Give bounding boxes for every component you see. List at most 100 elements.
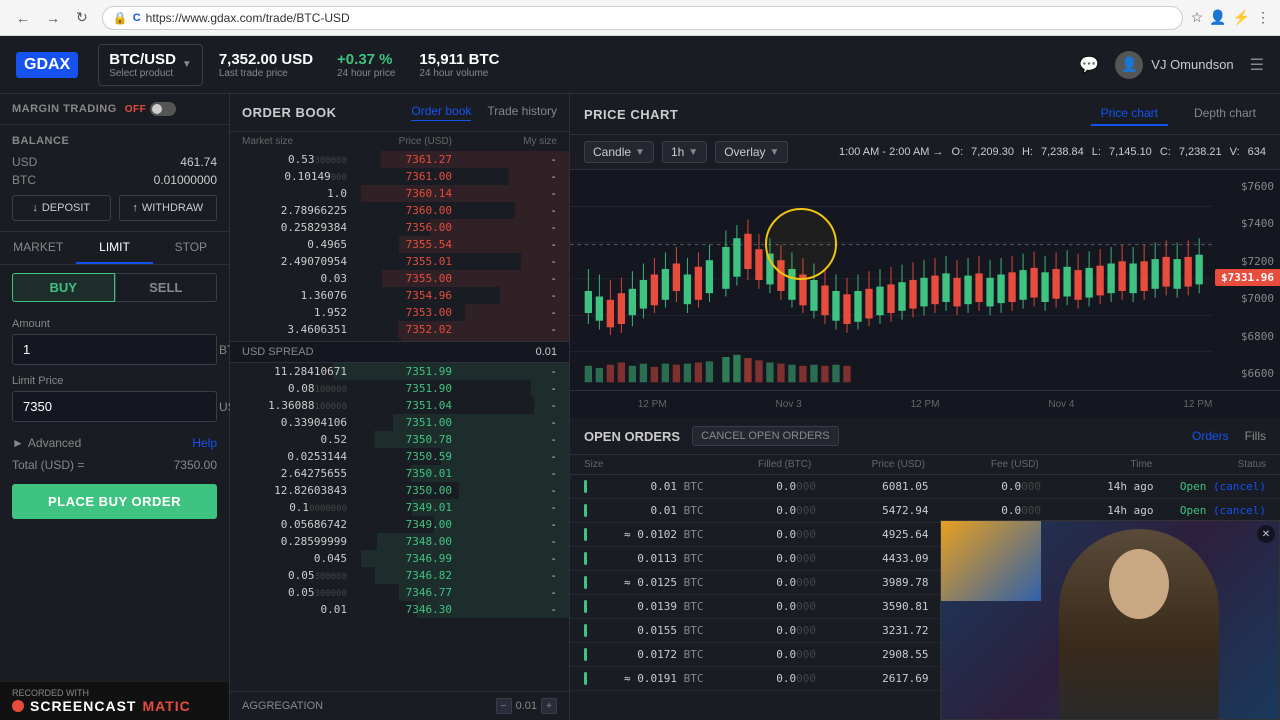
tab-market[interactable]: MARKET bbox=[0, 232, 76, 264]
address-bar[interactable]: 🔒 C https://www.gdax.com/trade/BTC-USD bbox=[102, 6, 1183, 30]
bookmark-icon[interactable]: ☆ bbox=[1191, 9, 1204, 26]
bid-row[interactable]: 2.64275655 7350.01 - bbox=[230, 465, 569, 482]
high-label: H: bbox=[1022, 146, 1033, 158]
toggle-button[interactable] bbox=[150, 102, 176, 116]
bid-row[interactable]: 0.08100000 7351.90 - bbox=[230, 380, 569, 397]
order-side-bar bbox=[584, 480, 587, 493]
tab-orders[interactable]: Orders bbox=[1192, 429, 1229, 443]
ask-row[interactable]: 1.36076 7354.96 - bbox=[230, 287, 569, 304]
sell-tab[interactable]: SELL bbox=[115, 273, 218, 302]
bid-row[interactable]: 0.05300000 7346.82 - bbox=[230, 567, 569, 584]
advanced-row[interactable]: ► Advanced Help bbox=[12, 432, 217, 454]
bid-row[interactable]: 0.33904106 7351.00 - bbox=[230, 414, 569, 431]
buy-tab[interactable]: BUY bbox=[12, 273, 115, 302]
menu-icon[interactable]: ⋮ bbox=[1256, 9, 1270, 26]
ask-size: 0.90800489 bbox=[242, 340, 347, 341]
close-label: C: bbox=[1160, 146, 1171, 158]
bid-size: 0.0253144 bbox=[242, 450, 347, 463]
header: GDAX BTC/USD Select product ▼ 7,352.00 U… bbox=[0, 36, 1280, 94]
extension-icon[interactable]: ⚡ bbox=[1233, 9, 1250, 26]
bid-row[interactable]: 0.045 7346.99 - bbox=[230, 550, 569, 567]
tab-depth-chart[interactable]: Depth chart bbox=[1184, 102, 1266, 126]
cancel-all-orders-button[interactable]: CANCEL OPEN ORDERS bbox=[692, 426, 839, 446]
ask-row[interactable]: 2.78966225 7360.00 - bbox=[230, 202, 569, 219]
order-side-bar bbox=[584, 648, 587, 661]
ask-row[interactable]: 0.4965 7355.54 - bbox=[230, 236, 569, 253]
usd-balance-row: USD 461.74 bbox=[12, 155, 217, 169]
order-size: 0.0139 BTC bbox=[591, 600, 704, 613]
bid-size: 11.28410671 bbox=[242, 365, 347, 378]
bid-rows: 11.28410671 7351.99 - 0.08100000 7351.90… bbox=[230, 363, 569, 691]
change-value: +0.37 % bbox=[337, 51, 395, 68]
cancel-order-link[interactable]: (cancel) bbox=[1213, 504, 1266, 517]
tab-fills[interactable]: Fills bbox=[1245, 429, 1266, 443]
profile-icon[interactable]: 👤 bbox=[1209, 9, 1226, 26]
candles-area bbox=[570, 170, 1212, 390]
ask-row[interactable]: 2.49070954 7355.01 - bbox=[230, 253, 569, 270]
video-close-button[interactable]: ✕ bbox=[1257, 525, 1275, 543]
timeframe-label: 1h bbox=[671, 145, 684, 159]
ask-row[interactable]: 1.0 7360.14 - bbox=[230, 185, 569, 202]
nav-order-book[interactable]: Order book bbox=[411, 104, 471, 121]
agg-increase-button[interactable]: + bbox=[541, 698, 557, 714]
usd-label: USD bbox=[12, 155, 37, 169]
bid-row[interactable]: 1.36088100000 7351.04 - bbox=[230, 397, 569, 414]
ask-row[interactable]: 0.53300000 7361.27 - bbox=[230, 151, 569, 168]
ask-price: 7355.54 bbox=[347, 238, 452, 251]
ask-row[interactable]: 0.03 7355.00 - bbox=[230, 270, 569, 287]
table-row[interactable]: 0.01 BTC 0.0000 6081.05 0.0000 14h ago O… bbox=[570, 475, 1280, 499]
tab-price-chart[interactable]: Price chart bbox=[1091, 102, 1168, 126]
ask-price: 7360.14 bbox=[347, 187, 452, 200]
ask-price: 7352.02 bbox=[347, 323, 452, 336]
ask-row[interactable]: 3.4606351 7352.02 - bbox=[230, 321, 569, 338]
agg-decrease-button[interactable]: − bbox=[496, 698, 512, 714]
margin-toggle[interactable]: OFF bbox=[125, 102, 177, 116]
tab-stop[interactable]: STOP bbox=[153, 232, 229, 264]
help-link[interactable]: Help bbox=[192, 436, 217, 450]
ask-row[interactable]: 1.952 7353.00 - bbox=[230, 304, 569, 321]
deposit-button[interactable]: ↓ DEPOSIT bbox=[12, 195, 111, 221]
message-icon[interactable]: 💬 bbox=[1079, 55, 1099, 75]
bid-row[interactable]: 0.05300000 7346.77 - bbox=[230, 584, 569, 601]
balance-title: BALANCE bbox=[12, 135, 217, 147]
ask-price: 7352.01 bbox=[347, 340, 452, 341]
amount-input[interactable] bbox=[13, 335, 209, 364]
withdraw-button[interactable]: ↑ WITHDRAW bbox=[119, 195, 218, 221]
url-display: https://www.gdax.com/trade/BTC-USD bbox=[146, 11, 350, 25]
bid-row[interactable]: 0.0253144 7350.59 - bbox=[230, 448, 569, 465]
bid-row[interactable]: 0.01 7346.30 - bbox=[230, 601, 569, 618]
back-button[interactable]: ← bbox=[10, 7, 36, 28]
ask-size: 1.36076 bbox=[242, 289, 347, 302]
forward-button[interactable]: → bbox=[40, 7, 66, 28]
order-size: ≈ 0.0191 BTC bbox=[591, 672, 704, 685]
bid-size: 0.01 bbox=[242, 603, 347, 616]
bid-row[interactable]: 12.82603843 7350.00 - bbox=[230, 482, 569, 499]
bid-row[interactable]: 11.28410671 7351.99 - bbox=[230, 363, 569, 380]
bid-row[interactable]: 0.05686742 7349.00 - bbox=[230, 516, 569, 533]
order-fee: 0.0000 bbox=[929, 480, 1042, 493]
refresh-button[interactable]: ↻ bbox=[70, 7, 94, 28]
place-order-button[interactable]: PLACE BUY ORDER bbox=[12, 484, 217, 519]
total-label: Total (USD) = bbox=[12, 458, 84, 472]
menu-hamburger-icon[interactable]: ☰ bbox=[1250, 55, 1264, 75]
order-time: 14h ago bbox=[1041, 504, 1154, 517]
ask-row[interactable]: 0.10149000 7361.00 - bbox=[230, 168, 569, 185]
limit-price-input[interactable] bbox=[13, 392, 209, 421]
bid-row[interactable]: 0.52 7350.78 - bbox=[230, 431, 569, 448]
overlay-dropdown[interactable]: Overlay ▼ bbox=[715, 141, 788, 163]
cancel-order-link[interactable]: (cancel) bbox=[1213, 480, 1266, 493]
price-stat: 7,352.00 USD Last trade price bbox=[219, 51, 313, 79]
tab-limit[interactable]: LIMIT bbox=[76, 232, 152, 264]
ask-row[interactable]: 0.25829384 7356.00 - bbox=[230, 219, 569, 236]
product-selector[interactable]: BTC/USD Select product ▼ bbox=[98, 44, 203, 86]
bid-my-size: - bbox=[452, 603, 557, 616]
nav-trade-history[interactable]: Trade history bbox=[487, 104, 557, 121]
bid-row[interactable]: 0.28599999 7348.00 - bbox=[230, 533, 569, 550]
timeframe-dropdown[interactable]: 1h ▼ bbox=[662, 141, 707, 163]
user-info: 👤 VJ Omundson bbox=[1115, 51, 1233, 79]
bid-row[interactable]: 0.10000000 7349.01 - bbox=[230, 499, 569, 516]
bid-size: 1.36088100000 bbox=[242, 399, 347, 412]
order-filled: 0.0000 bbox=[704, 672, 817, 685]
candle-dropdown[interactable]: Candle ▼ bbox=[584, 141, 654, 163]
ask-row[interactable]: 0.90800489 7352.01 - bbox=[230, 338, 569, 341]
